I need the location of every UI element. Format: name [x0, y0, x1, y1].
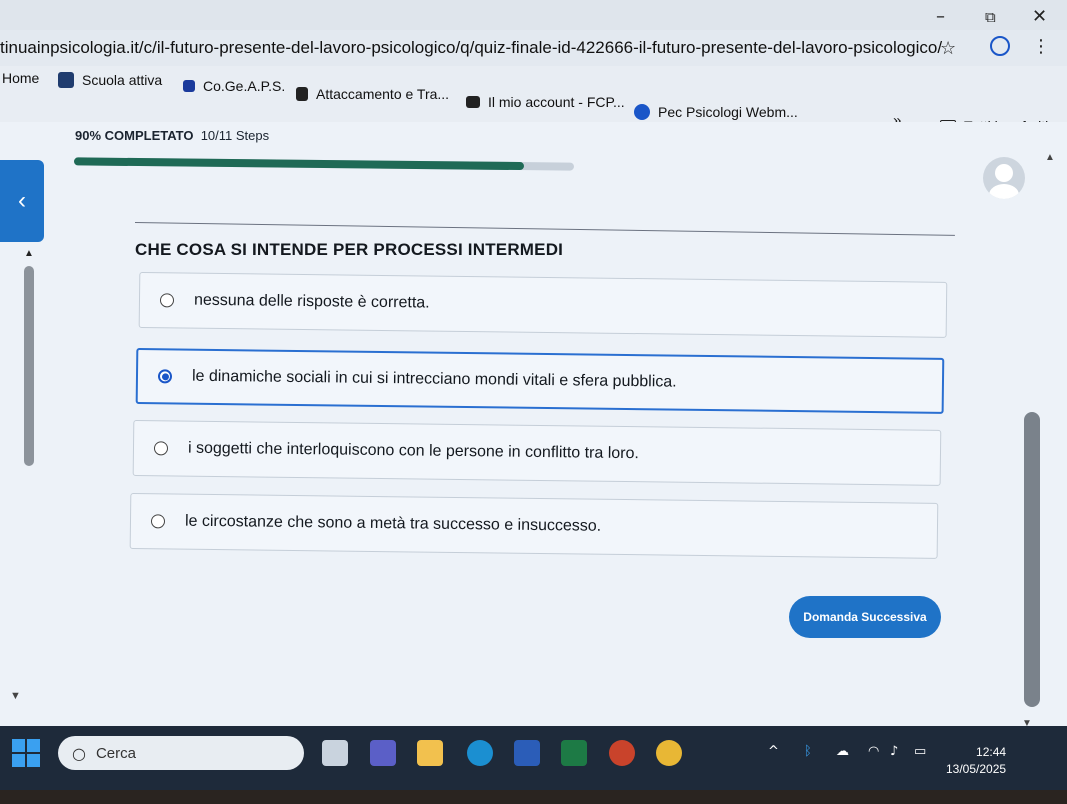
- chrome-icon[interactable]: [656, 740, 682, 766]
- teams-icon[interactable]: [370, 740, 396, 766]
- answer-text: i soggetti che interloquiscono con le pe…: [187, 439, 640, 463]
- bookmark-pec-psicologi[interactable]: Pec Psicologi Webm...: [634, 104, 798, 120]
- scroll-up-icon[interactable]: ▲: [24, 248, 34, 259]
- fcp-icon: [466, 96, 480, 108]
- answer-text: nessuna delle risposte è corretta.: [193, 291, 430, 312]
- bookmark-label: Co.Ge.A.P.S.: [203, 78, 286, 94]
- bookmark-label: Scuola attiva: [82, 72, 163, 88]
- bookmark-label: Il mio account - FCP...: [488, 94, 625, 110]
- bookmark-home[interactable]: Home: [2, 70, 39, 86]
- pec-icon: [634, 104, 650, 120]
- minimize-icon[interactable]: –: [936, 6, 945, 27]
- clock[interactable]: 12:44 13/05/2025: [946, 744, 1006, 778]
- clock-date: 13/05/2025: [946, 762, 1007, 776]
- bookmarks-bar: Home Scuola attiva Co.Ge.A.P.S. Attaccam…: [0, 66, 1067, 134]
- word-icon[interactable]: [514, 740, 540, 766]
- bookmark-label: Attaccamento e Tra...: [316, 86, 450, 102]
- attaccamento-icon: [296, 87, 308, 101]
- radio-icon[interactable]: [153, 441, 169, 456]
- restore-icon[interactable]: ⧉: [985, 8, 996, 26]
- battery-icon[interactable]: ▭: [914, 744, 926, 759]
- answer-option-1[interactable]: nessuna delle risposte è corretta.: [138, 272, 948, 338]
- search-placeholder: Cerca: [95, 744, 136, 762]
- tray-chevron-icon[interactable]: ^: [768, 744, 779, 759]
- file-explorer-icon[interactable]: [417, 740, 443, 766]
- task-view-icon[interactable]: [322, 740, 348, 766]
- powerpoint-icon[interactable]: [609, 740, 635, 766]
- answer-text: le dinamiche sociali in cui si intreccia…: [191, 367, 677, 391]
- taskbar: ○ Cerca ^ ᛒ ☁ ◠ ♪ ▭ 12:44 13/05/2025: [0, 726, 1067, 790]
- taskbar-search[interactable]: ○ Cerca: [58, 736, 304, 770]
- profile-icon[interactable]: [990, 36, 1010, 56]
- answer-option-4[interactable]: le circostanze che sono a metà tra succe…: [129, 493, 939, 559]
- url-text[interactable]: tinuainpsicologia.it/c/il-futuro-present…: [0, 38, 942, 58]
- bookmark-label: Pec Psicologi Webm...: [658, 104, 798, 120]
- bluetooth-icon[interactable]: ᛒ: [804, 744, 812, 759]
- scroll-down-icon[interactable]: ▼: [10, 690, 21, 702]
- radio-icon[interactable]: [150, 514, 166, 529]
- page-scroll-up-icon[interactable]: ▲: [1045, 152, 1055, 163]
- monitor-bezel: [0, 790, 1067, 804]
- bookmark-label: Home: [2, 70, 40, 86]
- wifi-icon[interactable]: ◠: [868, 744, 879, 759]
- scuola-attiva-icon: [58, 72, 74, 88]
- edge-icon[interactable]: [467, 740, 493, 766]
- cogeaps-icon: [183, 80, 195, 92]
- window-titlebar: – ⧉ ✕: [0, 0, 1067, 30]
- screen: – ⧉ ✕ tinuainpsicologia.it/c/il-futuro-p…: [0, 0, 1067, 790]
- left-scrollbar[interactable]: [24, 266, 34, 466]
- bookmark-scuola-attiva[interactable]: Scuola attiva: [58, 72, 162, 88]
- search-icon: ○: [72, 743, 86, 763]
- close-icon[interactable]: ✕: [1032, 6, 1047, 27]
- quiz-page: 90% COMPLETATO 10/11 Steps ‹ CHE COSA SI…: [0, 122, 1067, 729]
- bookmark-star-icon[interactable]: ☆: [940, 38, 956, 59]
- bookmark-fcp-account[interactable]: Il mio account - FCP...: [466, 94, 625, 110]
- answer-option-2[interactable]: le dinamiche sociali in cui si intreccia…: [135, 348, 945, 414]
- excel-icon[interactable]: [561, 740, 587, 766]
- next-question-button[interactable]: Domanda Successiva: [789, 596, 941, 638]
- clock-time: 12:44: [976, 745, 1007, 759]
- radio-icon[interactable]: [159, 293, 175, 308]
- page-scrollbar[interactable]: [1024, 412, 1040, 707]
- bookmark-attaccamento[interactable]: Attaccamento e Tra...: [296, 86, 449, 102]
- browser-menu-icon[interactable]: ⋮: [1032, 36, 1050, 57]
- bookmark-cogeaps[interactable]: Co.Ge.A.P.S.: [183, 78, 285, 94]
- answer-text: le circostanze che sono a metà tra succe…: [184, 512, 602, 535]
- cloud-icon[interactable]: ☁: [836, 744, 849, 759]
- answer-option-3[interactable]: i soggetti che interloquiscono con le pe…: [132, 420, 942, 486]
- radio-selected-icon[interactable]: [157, 369, 173, 384]
- volume-icon[interactable]: ♪: [890, 744, 898, 759]
- windows-start-icon[interactable]: [12, 739, 40, 767]
